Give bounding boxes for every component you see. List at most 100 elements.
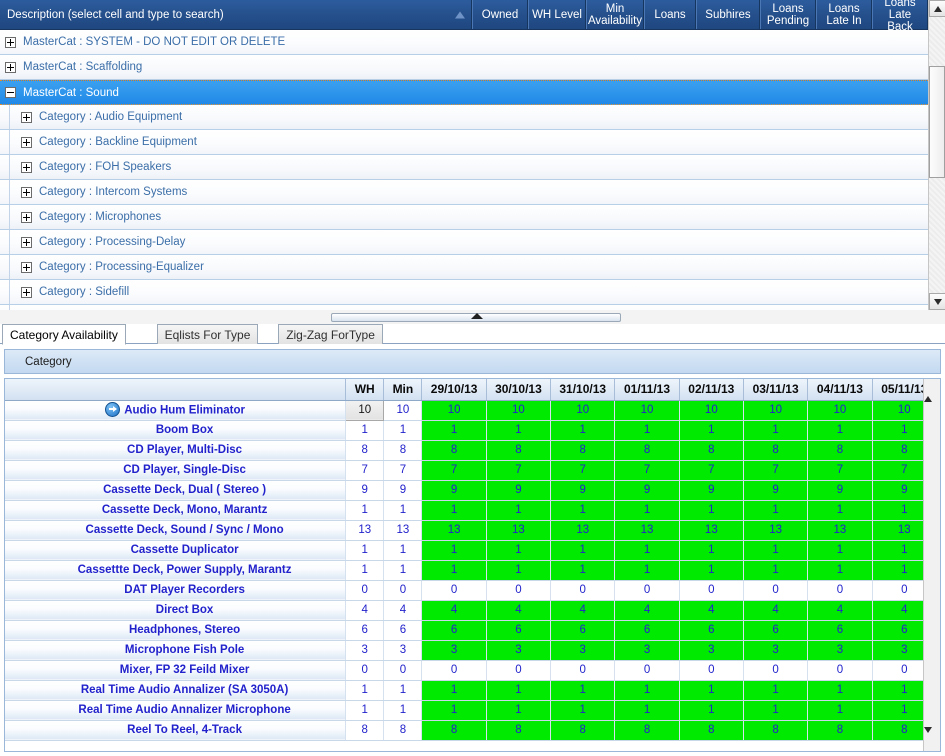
availability-cell[interactable]: 1 xyxy=(679,500,743,520)
availability-cell[interactable]: 7 xyxy=(422,460,486,480)
availability-cell[interactable]: 13 xyxy=(551,520,615,540)
availability-cell[interactable]: 1 xyxy=(551,420,615,440)
expand-icon[interactable] xyxy=(21,137,32,148)
availability-row[interactable]: CD Player, Multi-Disc8888888888 xyxy=(5,440,937,460)
availability-cell[interactable]: 13 xyxy=(486,520,550,540)
availability-row[interactable]: Reel To Reel, 4-Track8888888888 xyxy=(5,720,937,740)
item-name-cell[interactable]: Cassettte Deck, Power Supply, Marantz xyxy=(5,560,346,580)
tree-column-header-3[interactable]: Min Availability xyxy=(586,0,644,29)
wh-level-cell[interactable]: 13 xyxy=(346,520,384,540)
availability-cell[interactable]: 1 xyxy=(615,700,679,720)
tree-vertical-scrollbar[interactable] xyxy=(928,0,945,310)
availability-cell[interactable]: 1 xyxy=(422,560,486,580)
availability-cell[interactable]: 10 xyxy=(679,400,743,420)
availability-cell[interactable]: 1 xyxy=(615,540,679,560)
availability-row[interactable]: CD Player, Single-Disc7777777777 xyxy=(5,460,937,480)
availability-cell[interactable]: 4 xyxy=(422,600,486,620)
availability-cell[interactable]: 1 xyxy=(808,560,872,580)
availability-cell[interactable]: 1 xyxy=(808,700,872,720)
availability-cell[interactable]: 3 xyxy=(808,640,872,660)
availability-cell[interactable]: 8 xyxy=(615,440,679,460)
tree-node[interactable]: Category : FOH Speakers xyxy=(0,155,928,180)
column-header-min[interactable]: Min xyxy=(384,379,422,400)
availability-cell[interactable]: 9 xyxy=(422,480,486,500)
item-name-cell[interactable]: Real Time Audio Annalizer Microphone xyxy=(5,700,346,720)
availability-cell[interactable]: 1 xyxy=(615,560,679,580)
expand-icon[interactable] xyxy=(21,112,32,123)
item-name-cell[interactable]: Real Time Audio Annalizer (SA 3050A) xyxy=(5,680,346,700)
availability-cell[interactable]: 0 xyxy=(808,580,872,600)
tree-column-header-7[interactable]: Loans Late In xyxy=(816,0,872,29)
min-availability-cell[interactable]: 7 xyxy=(384,460,422,480)
expand-icon[interactable] xyxy=(21,162,32,173)
availability-cell[interactable]: 10 xyxy=(743,400,807,420)
availability-cell[interactable]: 1 xyxy=(808,500,872,520)
availability-cell[interactable]: 1 xyxy=(486,540,550,560)
wh-level-cell[interactable]: 6 xyxy=(346,620,384,640)
availability-cell[interactable]: 1 xyxy=(551,500,615,520)
availability-cell[interactable]: 6 xyxy=(615,620,679,640)
tree-node[interactable]: MasterCat : Scaffolding xyxy=(0,55,928,80)
availability-cell[interactable]: 1 xyxy=(743,700,807,720)
availability-cell[interactable]: 8 xyxy=(679,440,743,460)
item-name-cell[interactable]: Cassette Deck, Dual ( Stereo ) xyxy=(5,480,346,500)
column-header-date-6[interactable]: 04/11/13 xyxy=(808,379,872,400)
item-name-cell[interactable]: Cassette Duplicator xyxy=(5,540,346,560)
availability-row[interactable]: DAT Player Recorders0000000000 xyxy=(5,580,937,600)
availability-cell[interactable]: 1 xyxy=(422,500,486,520)
availability-cell[interactable]: 1 xyxy=(486,700,550,720)
availability-cell[interactable]: 8 xyxy=(808,440,872,460)
grid-scroll-down-button[interactable] xyxy=(924,733,932,751)
column-header-date-5[interactable]: 03/11/13 xyxy=(743,379,807,400)
availability-cell[interactable]: 1 xyxy=(615,420,679,440)
availability-cell[interactable]: 8 xyxy=(679,720,743,740)
availability-cell[interactable]: 8 xyxy=(808,720,872,740)
item-name-cell[interactable]: Reel To Reel, 4-Track xyxy=(5,720,346,740)
availability-cell[interactable]: 4 xyxy=(743,600,807,620)
availability-cell[interactable]: 1 xyxy=(551,700,615,720)
chevron-up-icon[interactable] xyxy=(471,313,483,319)
availability-cell[interactable]: 0 xyxy=(615,580,679,600)
min-availability-cell[interactable]: 13 xyxy=(384,520,422,540)
availability-cell[interactable]: 8 xyxy=(486,720,550,740)
availability-row[interactable]: Direct Box4444444444 xyxy=(5,600,937,620)
availability-row[interactable]: Real Time Audio Annalizer Microphone1111… xyxy=(5,700,937,720)
availability-cell[interactable]: 8 xyxy=(422,440,486,460)
availability-cell[interactable]: 6 xyxy=(808,620,872,640)
availability-cell[interactable]: 13 xyxy=(679,520,743,540)
availability-cell[interactable]: 1 xyxy=(615,680,679,700)
availability-grid-container[interactable]: WHMin29/10/1330/10/1331/10/1301/11/1302/… xyxy=(4,378,941,752)
availability-row[interactable]: Cassette Deck, Mono, Marantz1111111111 xyxy=(5,500,937,520)
tree-column-header-1[interactable]: Owned xyxy=(472,0,528,29)
wh-level-cell[interactable]: 0 xyxy=(346,660,384,680)
item-name-cell[interactable]: CD Player, Multi-Disc xyxy=(5,440,346,460)
column-header-date-3[interactable]: 01/11/13 xyxy=(615,379,679,400)
item-name-cell[interactable]: Cassette Deck, Mono, Marantz xyxy=(5,500,346,520)
availability-cell[interactable]: 1 xyxy=(743,540,807,560)
wh-level-cell[interactable]: 8 xyxy=(346,720,384,740)
wh-level-cell[interactable]: 1 xyxy=(346,680,384,700)
availability-cell[interactable]: 10 xyxy=(808,400,872,420)
availability-cell[interactable]: 1 xyxy=(422,700,486,720)
availability-row[interactable]: Cassettte Deck, Power Supply, Marantz111… xyxy=(5,560,937,580)
availability-cell[interactable]: 1 xyxy=(679,560,743,580)
availability-cell[interactable]: 10 xyxy=(422,400,486,420)
availability-cell[interactable]: 1 xyxy=(615,500,679,520)
wh-level-cell[interactable]: 1 xyxy=(346,560,384,580)
availability-cell[interactable]: 6 xyxy=(486,620,550,640)
availability-cell[interactable]: 6 xyxy=(679,620,743,640)
availability-cell[interactable]: 1 xyxy=(743,680,807,700)
availability-cell[interactable]: 1 xyxy=(743,560,807,580)
min-availability-cell[interactable]: 8 xyxy=(384,720,422,740)
min-availability-cell[interactable]: 4 xyxy=(384,600,422,620)
availability-cell[interactable]: 1 xyxy=(422,420,486,440)
availability-cell[interactable]: 3 xyxy=(679,640,743,660)
availability-cell[interactable]: 7 xyxy=(615,460,679,480)
tree-node[interactable]: MasterCat : SYSTEM - DO NOT EDIT OR DELE… xyxy=(0,30,928,55)
availability-row[interactable]: Real Time Audio Annalizer (SA 3050A)1111… xyxy=(5,680,937,700)
expand-icon[interactable] xyxy=(21,237,32,248)
availability-cell[interactable]: 1 xyxy=(422,680,486,700)
min-availability-cell[interactable]: 1 xyxy=(384,700,422,720)
availability-cell[interactable]: 10 xyxy=(486,400,550,420)
tree-node[interactable]: Category : Intercom Systems xyxy=(0,180,928,205)
